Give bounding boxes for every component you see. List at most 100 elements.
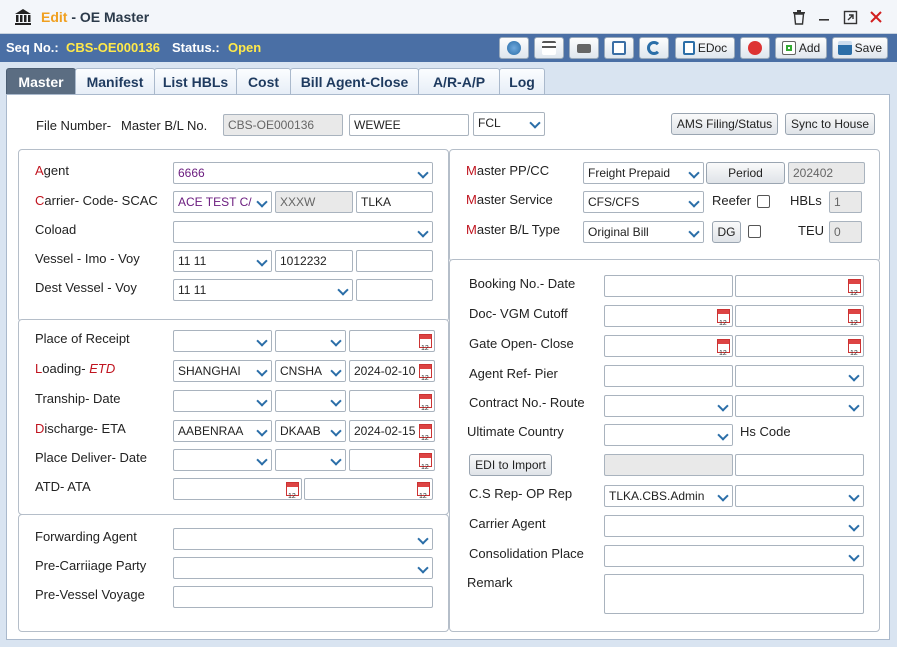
scac-field[interactable]: TLKA <box>356 191 433 213</box>
vessel-select[interactable]: 11 11 <box>173 250 272 272</box>
pier-select[interactable] <box>735 365 864 387</box>
carrier-select[interactable]: ACE TEST C/ <box>173 191 272 213</box>
maximize-icon[interactable] <box>842 10 858 26</box>
list-add-button[interactable] <box>534 37 564 59</box>
hs-code-field[interactable] <box>735 454 864 476</box>
tab-log[interactable]: Log <box>499 68 545 94</box>
tab-cost[interactable]: Cost <box>236 68 291 94</box>
service-select[interactable]: CFS/CFS <box>583 191 704 213</box>
ultimate-country-select[interactable] <box>604 424 733 446</box>
deliver-date-field[interactable] <box>349 449 435 471</box>
period-button[interactable]: Period <box>706 162 785 184</box>
period-field[interactable]: 202402 <box>788 162 865 184</box>
loading-code-select[interactable]: CNSHA <box>275 360 346 382</box>
calendar-icon[interactable] <box>848 279 861 296</box>
route-select[interactable] <box>735 395 864 417</box>
consolidation-select[interactable] <box>604 545 864 567</box>
receipt-code-select[interactable] <box>275 330 346 352</box>
deliver-port-select[interactable] <box>173 449 272 471</box>
tab-master[interactable]: Master <box>6 68 76 94</box>
loading-etd-field[interactable]: 2024-02-10 <box>349 360 435 382</box>
tab-list-hbls[interactable]: List HBLs <box>154 68 237 94</box>
receipt-port-select[interactable] <box>173 330 272 352</box>
calendar-icon[interactable] <box>417 482 430 499</box>
booking-no-field[interactable] <box>604 275 733 297</box>
save-button[interactable]: Save <box>832 37 888 59</box>
calendar-icon[interactable] <box>848 309 861 326</box>
loading-port-select[interactable]: SHANGHAI <box>173 360 272 382</box>
atd-field[interactable] <box>173 478 302 500</box>
transhipment-code-select[interactable] <box>275 390 346 412</box>
carrier-code-field[interactable]: XXXW <box>275 191 353 213</box>
chevron-down-icon <box>253 331 271 351</box>
forwarding-agent-select[interactable] <box>173 528 433 550</box>
booking-date-field[interactable] <box>735 275 864 297</box>
tab-ar-ap[interactable]: A/R-A/P <box>418 68 500 94</box>
close-icon[interactable] <box>868 10 884 26</box>
chevron-down-icon <box>253 361 271 381</box>
calendar-icon[interactable] <box>848 339 861 356</box>
chevron-down-icon <box>327 450 345 470</box>
cancel-button[interactable] <box>740 37 770 59</box>
ppcc-select[interactable]: Freight Prepaid <box>583 162 704 184</box>
remark-textarea[interactable] <box>604 574 864 614</box>
file-number-field[interactable]: CBS-OE000136 <box>223 114 343 136</box>
globe-button[interactable] <box>499 37 529 59</box>
agent-select[interactable]: 6666 <box>173 162 433 184</box>
transhipment-date-field[interactable] <box>349 390 435 412</box>
agent-ref-field[interactable] <box>604 365 733 387</box>
gate-close-field[interactable] <box>735 335 864 357</box>
refresh-button[interactable] <box>639 37 669 59</box>
coload-select[interactable] <box>173 221 433 243</box>
calendar-icon[interactable] <box>419 453 432 470</box>
mbl-number-field[interactable]: WEWEE <box>349 114 469 136</box>
gate-open-field[interactable] <box>604 335 733 357</box>
sync-to-house-button[interactable]: Sync to House <box>785 113 875 135</box>
tab-bill-agent-close[interactable]: Bill Agent-Close <box>290 68 419 94</box>
discharge-code-select[interactable]: DKAAB <box>275 420 346 442</box>
edoc-button[interactable]: EDoc <box>675 37 735 59</box>
cs-rep-select[interactable]: TLKA.CBS.Admin <box>604 485 733 507</box>
carrier-agent-select[interactable] <box>604 515 864 537</box>
ams-filing-button[interactable]: AMS Filing/Status <box>671 113 778 135</box>
precarriage-select[interactable] <box>173 557 433 579</box>
trash-icon[interactable] <box>791 10 807 26</box>
calendar-icon[interactable] <box>717 339 730 356</box>
contract-select[interactable] <box>604 395 733 417</box>
calendar-icon[interactable] <box>419 424 432 441</box>
calendar-icon[interactable] <box>717 309 730 326</box>
receipt-date-field[interactable] <box>349 330 435 352</box>
reefer-checkbox[interactable] <box>757 195 770 208</box>
transhipment-port-select[interactable] <box>173 390 272 412</box>
voyage-field[interactable] <box>356 250 433 272</box>
deliver-code-select[interactable] <box>275 449 346 471</box>
chevron-down-icon <box>414 529 432 549</box>
prevessel-field[interactable] <box>173 586 433 608</box>
edi-import-button[interactable]: EDI to Import <box>469 454 552 476</box>
calendar-icon[interactable] <box>419 334 432 351</box>
forwarding-agent-label: Forwarding Agent <box>35 529 137 544</box>
print-button[interactable] <box>569 37 599 59</box>
imo-field[interactable]: 1012232 <box>275 250 353 272</box>
dg-checkbox[interactable] <box>748 225 761 238</box>
calendar-icon[interactable] <box>419 364 432 381</box>
dest-voyage-field[interactable] <box>356 279 433 301</box>
dest-vessel-select[interactable]: 11 11 <box>173 279 353 301</box>
calendar-icon[interactable] <box>286 482 299 499</box>
calendar-icon[interactable] <box>419 394 432 411</box>
discharge-eta-field[interactable]: 2024-02-15 0( <box>349 420 435 442</box>
dg-button[interactable]: DG <box>712 221 741 243</box>
ata-field[interactable] <box>304 478 433 500</box>
discharge-port-select[interactable]: AABENRAA <box>173 420 272 442</box>
copy-button[interactable] <box>604 37 634 59</box>
bl-type-select[interactable]: Original Bill <box>583 221 704 243</box>
add-button[interactable]: Add <box>775 37 827 59</box>
doc-cutoff-field[interactable] <box>604 305 733 327</box>
load-type-select[interactable]: FCL <box>473 112 545 136</box>
tab-manifest[interactable]: Manifest <box>75 68 155 94</box>
carrier-label: Carrier- Code- SCAC <box>35 193 158 208</box>
vgm-cutoff-field[interactable] <box>735 305 864 327</box>
op-rep-select[interactable] <box>735 485 864 507</box>
bank-icon <box>15 9 31 25</box>
minimize-icon[interactable] <box>816 10 832 26</box>
